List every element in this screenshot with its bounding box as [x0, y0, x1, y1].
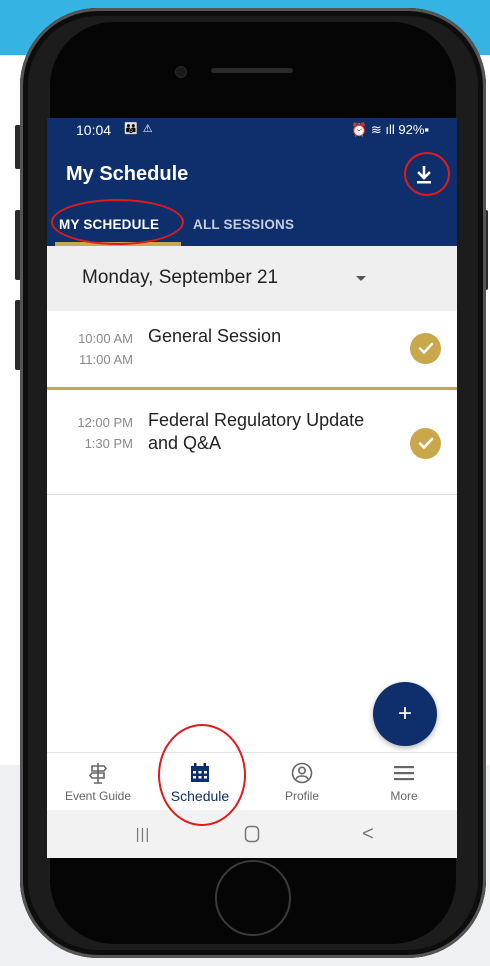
nav-profile[interactable]: Profile: [251, 753, 353, 811]
nav-more[interactable]: More: [353, 753, 455, 811]
add-session-button[interactable]: +: [373, 682, 437, 746]
page-title: My Schedule: [66, 163, 189, 185]
nav-label: Event Guide: [64, 789, 132, 803]
caret-down-icon: [356, 276, 366, 281]
home-button[interactable]: [215, 860, 291, 936]
session-start-time: 10:00 AM: [78, 331, 133, 346]
nav-label: Schedule: [170, 788, 230, 804]
session-title: General Session: [148, 326, 282, 346]
earpiece-speaker: [211, 68, 293, 73]
plus-icon: +: [397, 700, 412, 727]
nav-event-guide[interactable]: Event Guide: [47, 753, 149, 811]
app-bar: My Schedule MY SCHEDULE ALL SESSIONS: [47, 142, 457, 246]
signpost-icon: [88, 763, 108, 784]
back-button[interactable]: <: [333, 810, 403, 858]
status-time: 10:04: [76, 122, 112, 138]
date-selector[interactable]: Monday, September 21: [47, 246, 457, 311]
download-icon: [417, 166, 431, 184]
notification-icons: 👪 ⚠: [124, 123, 154, 135]
front-camera: [175, 66, 187, 78]
download-button[interactable]: [409, 160, 439, 190]
recents-button[interactable]: |||: [108, 810, 178, 858]
nav-label: More: [390, 789, 418, 803]
tab-all-sessions[interactable]: ALL SESSIONS: [193, 217, 294, 232]
check-icon: [418, 342, 433, 354]
android-home-button[interactable]: [217, 810, 287, 858]
home-outline-icon: [244, 825, 260, 843]
session-row[interactable]: 12:00 PM 1:30 PM Federal Regulatory Upda…: [47, 390, 457, 495]
tab-my-schedule[interactable]: MY SCHEDULE: [59, 217, 159, 232]
app-screen: 10:04 👪 ⚠ ⏰ ≋ ıll 92%▪ My Schedule MY SC…: [47, 118, 457, 858]
session-start-time: 12:00 PM: [77, 415, 133, 430]
selected-date: Monday, September 21: [82, 267, 279, 288]
menu-icon: [394, 766, 414, 781]
system-status-icons: ⏰ ≋ ıll 92%▪: [351, 122, 429, 137]
session-row[interactable]: 10:00 AM 11:00 AM General Session: [47, 311, 457, 390]
profile-icon: [291, 762, 313, 784]
status-bar: 10:04 👪 ⚠ ⏰ ≋ ıll 92%▪: [47, 118, 457, 142]
nav-label: Profile: [284, 789, 319, 803]
added-check-button[interactable]: [410, 428, 441, 459]
tab-bar: MY SCHEDULE ALL SESSIONS: [47, 207, 457, 246]
check-icon: [418, 437, 433, 449]
session-end-time: 11:00 AM: [79, 352, 133, 367]
nav-schedule[interactable]: Schedule: [149, 753, 251, 811]
session-title: Federal Regulatory Update and Q&A: [148, 410, 365, 453]
session-end-time: 1:30 PM: [84, 436, 133, 451]
calendar-icon: [191, 763, 209, 782]
bottom-navigation: Event Guide Schedule Profile More: [47, 752, 457, 811]
added-check-button[interactable]: [410, 333, 441, 364]
android-navigation-bar: ||| <: [47, 810, 457, 858]
